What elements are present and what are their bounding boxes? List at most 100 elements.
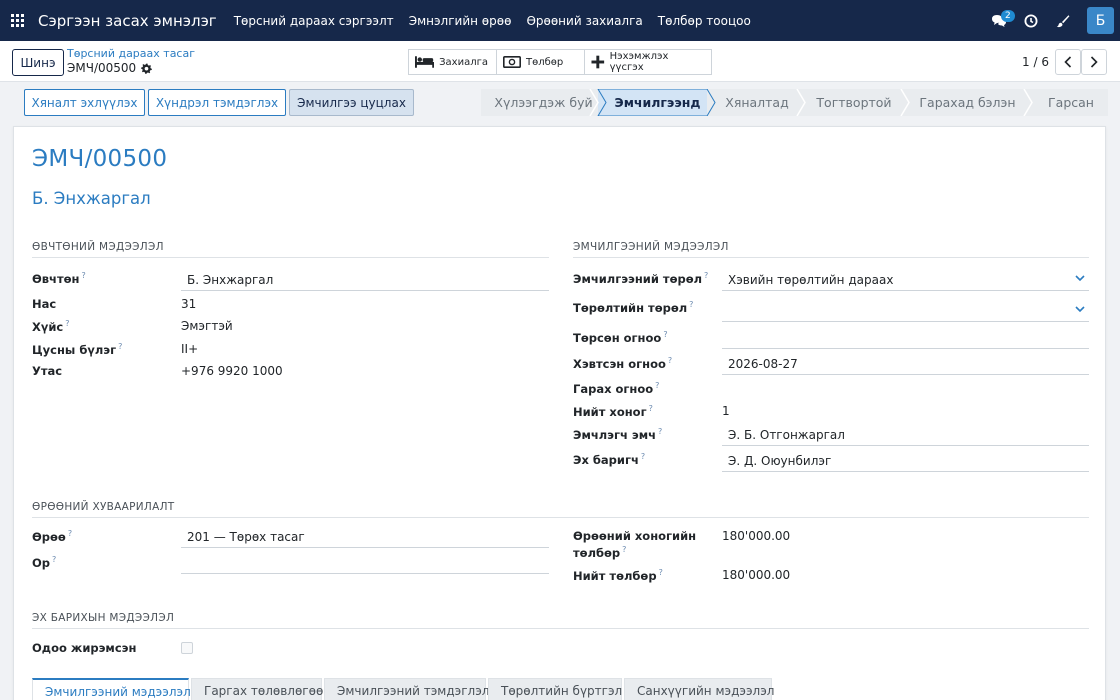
stage-monitoring[interactable]: Хяналтад [707, 89, 797, 116]
midwife-label: Эх баригч? [573, 452, 646, 467]
stage-ready-discharge-label: Гарахад бэлэн [919, 95, 1016, 110]
currently-pregnant-checkbox[interactable] [181, 642, 193, 654]
stage-discharged-label: Гарсан [1048, 95, 1094, 110]
stage-ready-discharge[interactable]: Гарахад бэлэн [901, 89, 1024, 116]
birth-type-select[interactable] [722, 300, 1089, 322]
patient-field[interactable]: Б. Энхжаргал [181, 269, 549, 291]
age-label: Нас [32, 297, 57, 311]
gear-icon[interactable] [141, 62, 153, 74]
payments-label: Төлбөр [526, 56, 564, 68]
breadcrumb-current: ЭМЧ/00500 [67, 61, 153, 75]
section-room-allocation: ӨРӨӨНИЙ ХУВААРИЛАЛТ [32, 501, 1089, 518]
tab-treatment-info[interactable]: Эмчилгээний мэдээлэл [32, 678, 191, 700]
stage-pending-label: Хүлээгдэж буй [494, 95, 593, 110]
chat-count-badge: 2 [1001, 10, 1015, 22]
menu-rooms[interactable]: Эмнэлгийн өрөө [409, 14, 512, 28]
patient-label: Өвчтөн? [32, 271, 86, 286]
blood-type-value: II+ [181, 342, 199, 356]
pager-value[interactable]: 1 / 6 [1022, 55, 1049, 69]
tab-finance-info[interactable]: Санхүүгийн мэдээлэл [624, 678, 774, 700]
money-icon [503, 56, 521, 68]
section-midwife-info: ЭХ БАРИХЫН МЭДЭЭЛЭЛ [32, 612, 1089, 629]
menu-billing[interactable]: Төлбөр тооцоо [658, 14, 751, 28]
bookings-label: Захиалга [439, 56, 488, 68]
tab-birth-records[interactable]: Төрөлтийн бүртгэл [488, 678, 622, 700]
chevron-down-icon [1075, 306, 1085, 313]
currently-pregnant-label: Одоо жирэмсэн [32, 641, 137, 655]
bed-icon [415, 56, 435, 68]
start-monitoring-button[interactable]: Хяналт эхлүүлэх [24, 89, 145, 116]
pager-next-button[interactable] [1081, 49, 1107, 75]
treatment-type-label: Эмчилгээний төрөл? [573, 271, 709, 286]
total-fee-value: 180'000.00 [722, 568, 791, 582]
treatment-type-value: Хэвийн төрөлтийн дараах [728, 272, 894, 287]
paintbrush-icon [1056, 14, 1070, 27]
navbar-systray: 2 Б [983, 0, 1120, 41]
section-patient-info: ӨВЧТӨНИЙ МЭДЭЭЛЭЛ [32, 241, 549, 258]
stage-pending[interactable]: Хүлээгдэж буй [481, 89, 598, 116]
room-label: Өрөө? [32, 529, 73, 544]
doctor-label: Эмчлэгч эмч? [573, 427, 663, 442]
total-fee-label: Нийт төлбөр? [573, 568, 663, 583]
treatment-type-select[interactable]: Хэвийн төрөлтийн дараах [722, 269, 1089, 291]
admit-date-field[interactable]: 2026-08-27 [722, 353, 1089, 375]
plus-icon [591, 55, 605, 69]
log-complication-button[interactable]: Хүндрэл тэмдэглэх [148, 89, 286, 116]
birth-date-field[interactable] [722, 327, 1089, 349]
create-invoice-label: Нэхэмжлэх үүсгэх [609, 51, 669, 73]
phone-label: Утас [32, 364, 63, 378]
stage-stable-label: Тогтвортой [816, 95, 892, 110]
section-treatment-info: ЭМЧИЛГЭЭНИЙ МЭДЭЭЛЭЛ [573, 241, 1089, 258]
total-days-label: Нийт хоног? [573, 404, 653, 419]
gender-value: Эмэгтэй [181, 319, 233, 333]
bed-field[interactable] [181, 552, 549, 574]
control-panel: Шинэ Төрсний дараах тасаг ЭМЧ/00500 Захи… [0, 41, 1120, 82]
new-button[interactable]: Шинэ [12, 49, 64, 76]
stage-monitoring-label: Хяналтад [725, 95, 789, 110]
doctor-field[interactable]: Э. Б. Отгонжаргал [722, 424, 1089, 446]
record-patient-name[interactable]: Б. Энхжаргал [32, 189, 151, 208]
chevron-down-icon [1075, 275, 1085, 282]
discharge-date-label: Гарах огноо? [573, 381, 660, 396]
stage-in-treatment-label: Эмчилгээнд [614, 95, 701, 110]
breadcrumb-parent[interactable]: Төрсний дараах тасаг [67, 47, 195, 60]
activity-button[interactable] [1015, 0, 1047, 41]
bed-label: Ор? [32, 555, 57, 570]
stage-discharged[interactable]: Гарсан [1024, 89, 1108, 116]
stage-stable[interactable]: Тогтвортой [797, 89, 901, 116]
clock-icon [1024, 14, 1038, 27]
chevron-left-icon [1064, 56, 1072, 68]
midwife-field[interactable]: Э. Д. Оюунбилэг [722, 450, 1089, 472]
total-days-value: 1 [722, 404, 730, 418]
theme-button[interactable] [1047, 0, 1079, 41]
form-sheet: ЭМЧ/00500 Б. Энхжаргал ӨВЧТӨНИЙ МЭДЭЭЛЭЛ… [13, 126, 1106, 700]
birth-type-label: Төрөлтийн төрөл? [573, 300, 694, 315]
birth-date-label: Төрсөн огноо? [573, 330, 668, 345]
user-avatar[interactable]: Б [1087, 7, 1114, 34]
app-title[interactable]: Сэргээн засах эмнэлэг [38, 12, 217, 30]
chat-button[interactable]: 2 [983, 0, 1015, 41]
apps-menu-button[interactable] [0, 0, 30, 41]
tab-discharge-plan[interactable]: Гаргах төлөвлөгөө [191, 678, 323, 700]
create-invoice-smart-button[interactable]: Нэхэмжлэх үүсгэх [584, 49, 712, 75]
age-value: 31 [181, 297, 197, 311]
cancel-treatment-button[interactable]: Эмчилгээ цуцлах [289, 89, 414, 116]
gender-label: Хүйс? [32, 319, 70, 334]
top-menu: Төрсний дараах сэргээлт Эмнэлгийн өрөө Ө… [234, 14, 766, 28]
blood-type-label: Цусны бүлэг? [32, 342, 123, 357]
breadcrumb-current-label: ЭМЧ/00500 [67, 61, 137, 75]
bookings-smart-button[interactable]: Захиалга [408, 49, 497, 75]
daily-fee-value: 180'000.00 [722, 529, 791, 543]
tab-treatment-notes[interactable]: Эмчилгээний тэмдэглэл [324, 678, 489, 700]
smart-buttons: Захиалга Төлбөр Нэхэмжлэх үүсгэх [408, 49, 712, 75]
notebook-tabs: Эмчилгээний мэдээлэл Гаргах төлөвлөгөө Э… [32, 678, 774, 700]
daily-fee-label: Өрөөний хоногийн төлбөр? [573, 529, 697, 560]
menu-postpartum[interactable]: Төрсний дараах сэргээлт [234, 14, 394, 28]
menu-room-booking[interactable]: Өрөөний захиалга [526, 14, 642, 28]
chevron-right-icon [1090, 56, 1098, 68]
pager-previous-button[interactable] [1055, 49, 1081, 75]
apps-grid-icon [11, 14, 24, 27]
room-field[interactable]: 201 — Төрөх тасаг [181, 526, 549, 548]
stage-in-treatment[interactable]: Эмчилгээнд [598, 89, 707, 116]
payments-smart-button[interactable]: Төлбөр [496, 49, 585, 75]
